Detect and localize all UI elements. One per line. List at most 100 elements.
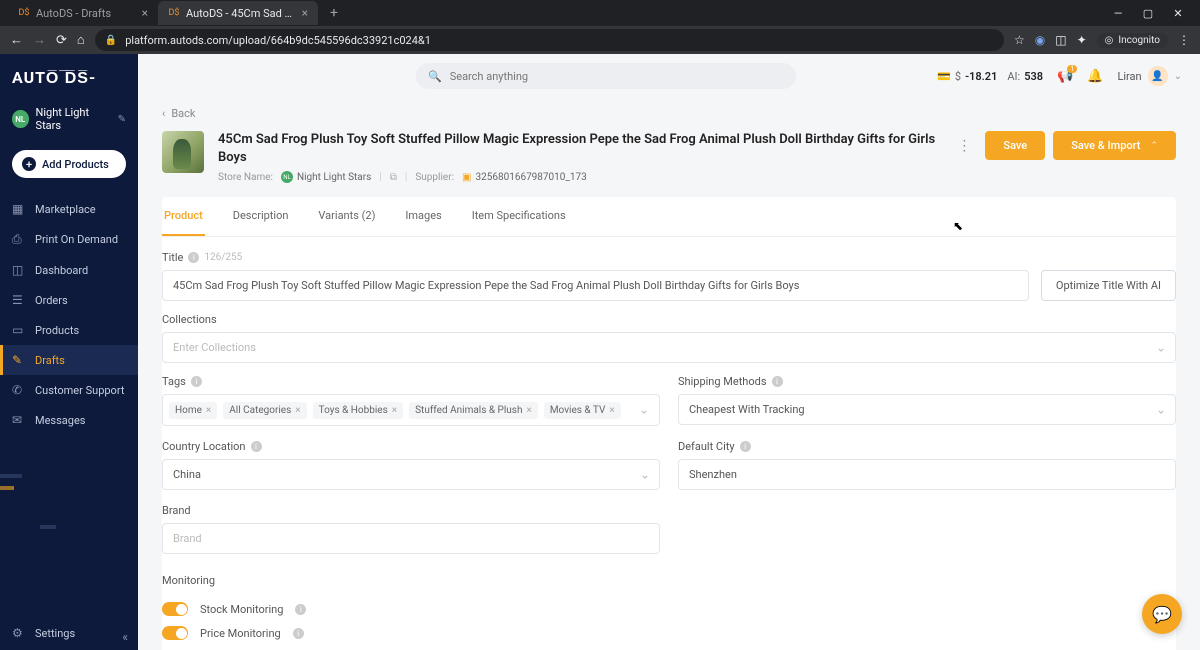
info-icon[interactable]: i [251, 441, 262, 452]
page-title: 45Cm Sad Frog Plush Toy Soft Stuffed Pil… [218, 131, 937, 167]
remove-tag-icon[interactable]: × [609, 405, 614, 416]
extension-icon[interactable]: ◫ [1055, 33, 1066, 47]
remove-tag-icon[interactable]: × [392, 405, 397, 416]
info-icon[interactable]: i [188, 252, 199, 263]
remove-tag-icon[interactable]: × [206, 405, 211, 416]
product-thumbnail [162, 131, 204, 173]
more-actions-icon[interactable]: ⋮ [951, 138, 977, 154]
collections-input[interactable] [162, 332, 1176, 363]
info-icon[interactable]: i [295, 604, 306, 615]
user-menu[interactable]: Liran 👤 ⌄ [1117, 66, 1182, 86]
optimize-title-button[interactable]: Optimize Title With AI [1041, 270, 1176, 301]
search-input[interactable]: 🔍 [416, 63, 796, 89]
orders-icon: ☰ [12, 293, 26, 307]
info-icon[interactable]: i [293, 628, 304, 639]
title-input[interactable] [162, 270, 1029, 301]
maximize-icon[interactable]: ▢ [1140, 7, 1156, 20]
tag-chip: All Categories× [223, 402, 306, 419]
print-icon: ⎙ [12, 232, 26, 247]
url-field[interactable]: 🔒 platform.autods.com/upload/664b9dc5455… [95, 29, 1004, 51]
close-icon[interactable]: × [142, 6, 148, 20]
drafts-icon: ✎ [12, 353, 26, 367]
country-select[interactable] [162, 459, 660, 490]
tag-chip: Stuffed Animals & Plush× [409, 402, 538, 419]
back-icon[interactable]: ← [10, 32, 23, 48]
sidebar-item-customer-support[interactable]: ✆Customer Support [0, 375, 138, 405]
store-name: Night Light Stars [36, 106, 111, 132]
info-icon[interactable]: i [772, 376, 783, 387]
collapse-sidebar-icon[interactable]: « [122, 630, 128, 644]
stock-monitoring-row: Stock Monitoring i [162, 597, 1176, 621]
copy-icon[interactable]: ⧉ [390, 172, 397, 183]
remove-tag-icon[interactable]: × [526, 405, 531, 416]
supplier-label: Supplier: [415, 172, 454, 183]
product-tabs: Product Description Variants (2) Images … [162, 197, 1176, 237]
tag-chip: Home× [169, 402, 217, 419]
minimize-icon[interactable]: — [1110, 7, 1126, 20]
sidebar-item-products[interactable]: ▭Products [0, 315, 138, 345]
address-bar: ← → ⟳ ⌂ 🔒 platform.autods.com/upload/664… [0, 26, 1200, 54]
search-field[interactable] [450, 70, 784, 83]
browser-tab[interactable]: D$ AutoDS - Drafts × [8, 1, 158, 25]
star-icon[interactable]: ☆ [1014, 33, 1025, 47]
edit-icon[interactable]: ✎ [118, 114, 126, 125]
info-icon[interactable]: i [191, 376, 202, 387]
tag-chip: Toys & Hobbies× [313, 402, 404, 419]
extension-icon[interactable]: ◉ [1035, 33, 1045, 47]
decoration [40, 525, 56, 529]
shipping-label: Shipping Methodsi [678, 375, 1176, 388]
tab-product[interactable]: Product [162, 197, 205, 236]
chat-icon: 💬 [1152, 605, 1172, 624]
tab-variants[interactable]: Variants (2) [316, 197, 377, 236]
puzzle-icon[interactable]: ✦ [1077, 33, 1087, 47]
tab-description[interactable]: Description [231, 197, 291, 236]
tags-input[interactable]: Home× All Categories× Toys & Hobbies× St… [162, 394, 660, 426]
remove-tag-icon[interactable]: × [295, 405, 300, 416]
sidebar-item-marketplace[interactable]: ▦Marketplace [0, 194, 138, 224]
sidebar-item-dashboard[interactable]: ◫Dashboard [0, 255, 138, 285]
tag-chip: Movies & TV× [544, 402, 621, 419]
sidebar-item-print-on-demand[interactable]: ⎙Print On Demand [0, 224, 138, 255]
sidebar-item-orders[interactable]: ☰Orders [0, 285, 138, 315]
collections-label: Collections [162, 313, 1176, 326]
dashboard-icon: ◫ [12, 263, 26, 277]
add-products-button[interactable]: + Add Products [12, 150, 126, 178]
stock-monitoring-toggle[interactable] [162, 602, 188, 616]
back-button[interactable]: ‹ Back [162, 107, 195, 120]
menu-icon[interactable]: ⋮ [1178, 33, 1190, 47]
price-monitoring-toggle[interactable] [162, 626, 188, 640]
new-tab-button[interactable]: + [324, 3, 344, 23]
store-avatar-icon: NL [12, 110, 29, 128]
sidebar-item-settings[interactable]: ⚙ Settings [0, 616, 138, 650]
notifications-icon[interactable]: 🔔 [1087, 69, 1103, 84]
close-icon[interactable]: × [302, 6, 308, 20]
city-input[interactable] [678, 459, 1176, 490]
sidebar-item-drafts[interactable]: ✎Drafts [0, 345, 138, 375]
shipping-select[interactable] [678, 394, 1176, 425]
gear-icon: ⚙ [12, 626, 26, 640]
announcements-icon[interactable]: 📢1 [1057, 69, 1073, 84]
browser-tab-active[interactable]: D$ AutoDS - 45Cm Sad Frog Plush × [158, 1, 318, 25]
user-name: Liran [1117, 70, 1141, 83]
monitoring-heading: Monitoring [162, 574, 1176, 587]
tab-item-specifications[interactable]: Item Specifications [470, 197, 568, 236]
save-import-button[interactable]: Save & Import ⌃ [1053, 131, 1176, 160]
main-content: 🔍 💳 $-18.21 AI:538 📢1 🔔 Liran 👤 ⌄ ‹ Back [138, 54, 1200, 650]
sidebar-item-messages[interactable]: ✉Messages [0, 405, 138, 435]
chevron-left-icon: ‹ [162, 107, 165, 120]
notification-badge: 1 [1067, 65, 1077, 73]
chat-fab[interactable]: 💬 [1142, 594, 1182, 634]
decoration [0, 474, 22, 478]
incognito-icon: ◎ [1105, 35, 1114, 46]
info-icon[interactable]: i [740, 441, 751, 452]
home-icon[interactable]: ⌂ [77, 32, 85, 48]
store-profile[interactable]: NL Night Light Stars ✎ [0, 98, 138, 140]
tab-images[interactable]: Images [403, 197, 443, 236]
close-window-icon[interactable]: ✕ [1170, 7, 1186, 20]
reload-icon[interactable]: ⟳ [56, 33, 67, 48]
brand-input[interactable] [162, 523, 660, 554]
forward-icon: → [33, 32, 46, 48]
brand-label: Brand [162, 504, 660, 517]
save-button[interactable]: Save [985, 131, 1045, 160]
product-header: 45Cm Sad Frog Plush Toy Soft Stuffed Pil… [138, 121, 1200, 197]
